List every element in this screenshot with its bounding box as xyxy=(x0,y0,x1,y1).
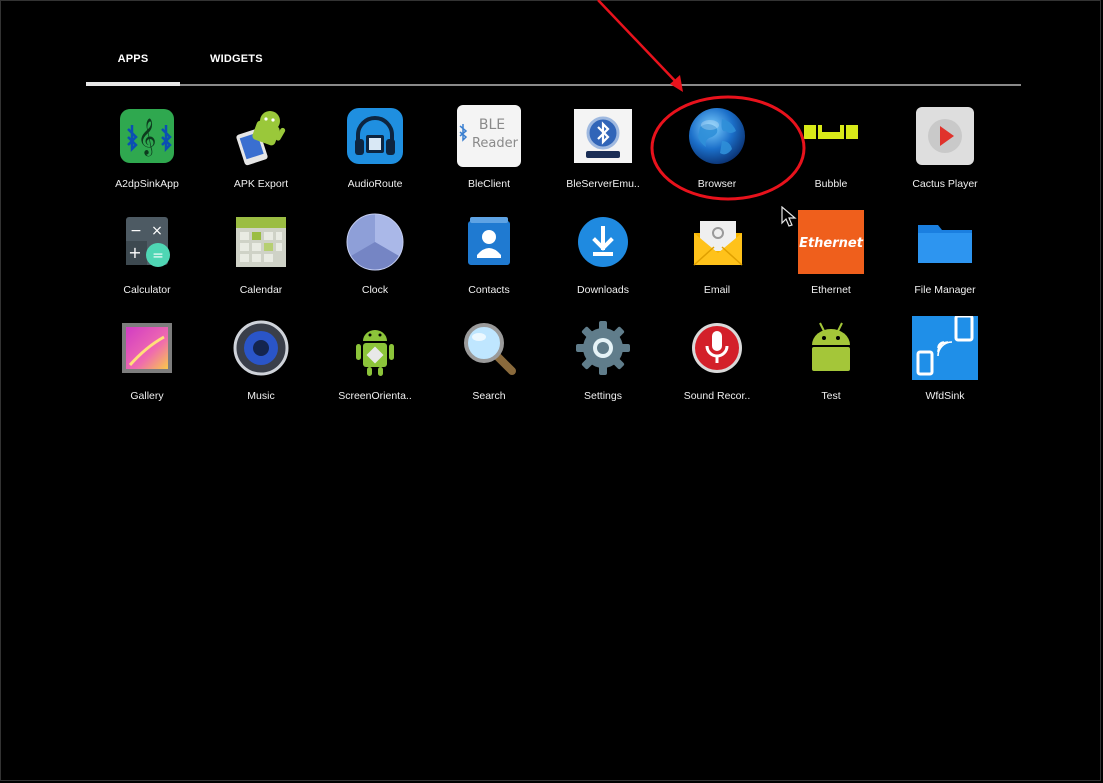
drawer-tabs: APPS WIDGETS xyxy=(86,50,1021,86)
gear-icon xyxy=(570,316,636,380)
app-label: Downloads xyxy=(577,284,629,296)
calculator-icon: − × + = xyxy=(114,210,180,274)
app-bleserveremu[interactable]: BleServerEmu.. xyxy=(546,104,660,210)
download-icon xyxy=(570,210,636,274)
app-label: Contacts xyxy=(468,284,510,296)
level-bubble-icon xyxy=(798,104,864,168)
ble-reader-line2: Reader xyxy=(472,136,519,151)
app-contacts[interactable]: Contacts xyxy=(432,210,546,316)
tab-widgets-label: WIDGETS xyxy=(210,53,263,65)
tab-selected-indicator xyxy=(86,82,180,86)
app-wfdsink[interactable]: WfdSink xyxy=(888,316,1002,422)
svg-text:=: = xyxy=(152,248,164,264)
ble-reader-icon: BLE Reader xyxy=(456,104,522,168)
app-label: Gallery xyxy=(130,390,164,402)
app-label: Calculator xyxy=(123,284,171,296)
app-file-manager[interactable]: File Manager xyxy=(888,210,1002,316)
tab-divider xyxy=(180,84,1021,86)
folder-icon xyxy=(912,210,978,274)
app-apk-export[interactable]: APK Export xyxy=(204,104,318,210)
app-email[interactable]: Email xyxy=(660,210,774,316)
svg-text:−: − xyxy=(130,223,142,239)
app-label: File Manager xyxy=(914,284,976,296)
play-button-icon xyxy=(912,104,978,168)
app-bubble[interactable]: Bubble xyxy=(774,104,888,210)
tab-widgets[interactable]: WIDGETS xyxy=(210,50,263,84)
app-grid: 𝄞 A2dpSinkApp APK Export AudioRoute BLE … xyxy=(90,104,1002,422)
speaker-icon xyxy=(228,316,294,380)
ethernet-icon: Ethernet xyxy=(798,210,864,274)
tab-apps-label: APPS xyxy=(117,53,149,65)
app-screenorientation[interactable]: ScreenOrienta.. xyxy=(318,316,432,422)
app-calculator[interactable]: − × + = Calculator xyxy=(90,210,204,316)
app-label: Calendar xyxy=(239,284,283,296)
calendar-icon xyxy=(228,210,294,274)
svg-text:𝄞: 𝄞 xyxy=(138,117,157,156)
ble-reader-line1: BLE xyxy=(479,117,505,133)
app-audioroute[interactable]: AudioRoute xyxy=(318,104,432,210)
app-label: Email xyxy=(703,284,731,296)
app-label: Bubble xyxy=(814,178,848,190)
contacts-icon xyxy=(456,210,522,274)
globe-icon xyxy=(684,104,750,168)
android-icon xyxy=(798,316,864,380)
magnifier-icon xyxy=(456,316,522,380)
app-test[interactable]: Test xyxy=(774,316,888,422)
app-label: BleClient xyxy=(467,178,511,190)
app-label: Settings xyxy=(584,390,622,402)
app-label: Clock xyxy=(361,284,389,296)
app-browser[interactable]: Browser xyxy=(660,104,774,210)
envelope-icon xyxy=(684,210,750,274)
app-label: Cactus Player xyxy=(912,178,978,190)
app-bleclient[interactable]: BLE Reader BleClient xyxy=(432,104,546,210)
app-label: A2dpSinkApp xyxy=(115,178,179,190)
app-a2dpsinkapp[interactable]: 𝄞 A2dpSinkApp xyxy=(90,104,204,210)
app-sound-recorder[interactable]: Sound Recor.. xyxy=(660,316,774,422)
app-music[interactable]: Music xyxy=(204,316,318,422)
app-cactus-player[interactable]: Cactus Player xyxy=(888,104,1002,210)
svg-text:×: × xyxy=(151,223,163,239)
app-label: WfdSink xyxy=(925,390,965,402)
app-label: ScreenOrienta.. xyxy=(338,390,412,402)
app-label: BleServerEmu.. xyxy=(566,178,640,190)
ethernet-icon-text: Ethernet xyxy=(799,236,864,251)
mouse-pointer-icon xyxy=(781,206,797,227)
bluetooth-music-icon: 𝄞 xyxy=(114,104,180,168)
app-label: Sound Recor.. xyxy=(683,390,751,402)
app-downloads[interactable]: Downloads xyxy=(546,210,660,316)
app-label: Ethernet xyxy=(811,284,851,296)
app-settings[interactable]: Settings xyxy=(546,316,660,422)
app-label: Music xyxy=(247,390,275,402)
app-clock[interactable]: Clock xyxy=(318,210,432,316)
android-orientation-icon xyxy=(342,316,408,380)
app-label: Browser xyxy=(697,178,737,190)
tab-apps[interactable]: APPS xyxy=(86,50,180,84)
wireless-display-icon xyxy=(912,316,978,380)
app-label: AudioRoute xyxy=(347,178,403,190)
app-calendar[interactable]: Calendar xyxy=(204,210,318,316)
app-label: Search xyxy=(472,390,506,402)
app-label: Test xyxy=(821,390,841,402)
android-apk-icon xyxy=(228,104,294,168)
app-label: APK Export xyxy=(233,178,289,190)
clock-icon xyxy=(342,210,408,274)
svg-text:+: + xyxy=(128,243,141,262)
bluetooth-server-icon xyxy=(570,104,636,168)
app-search[interactable]: Search xyxy=(432,316,546,422)
microphone-icon xyxy=(684,316,750,380)
headphones-icon xyxy=(342,104,408,168)
app-gallery[interactable]: Gallery xyxy=(90,316,204,422)
gallery-icon xyxy=(114,316,180,380)
